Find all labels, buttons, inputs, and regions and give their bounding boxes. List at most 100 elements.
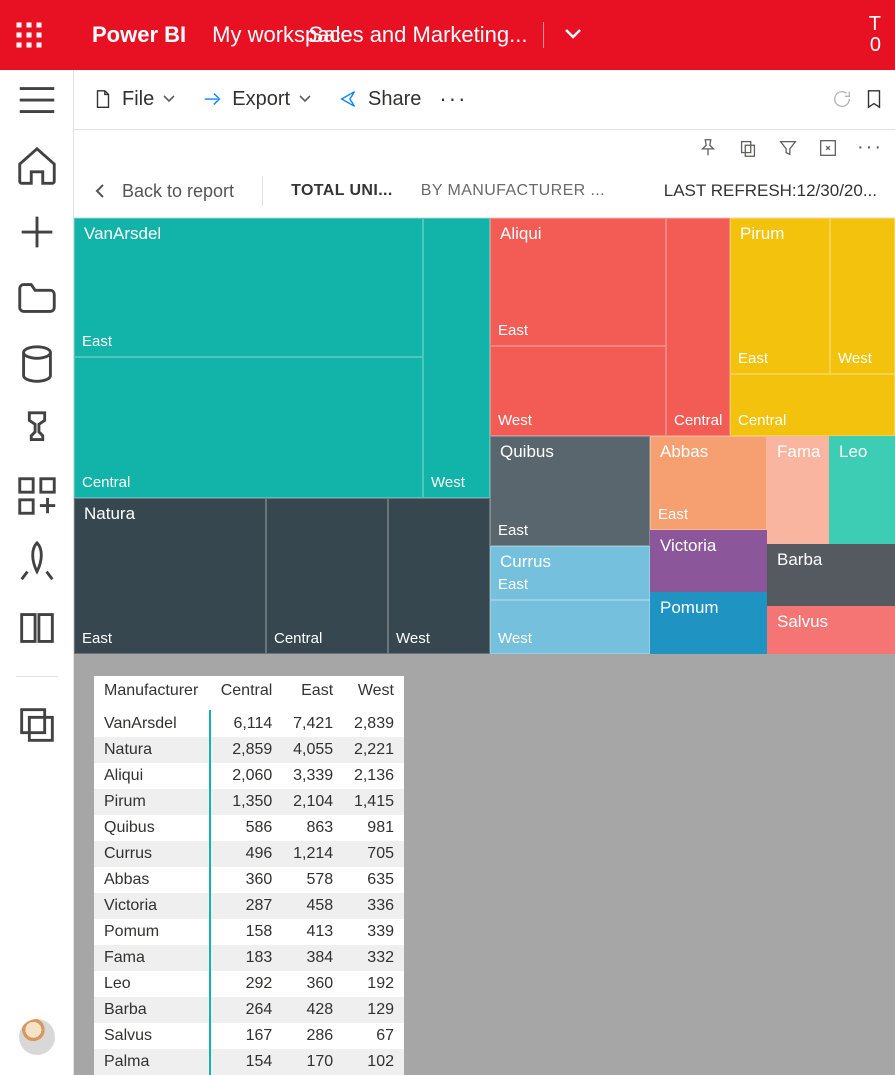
- treemap-child[interactable]: East: [730, 218, 830, 374]
- nav-menu-toggle[interactable]: [14, 82, 60, 118]
- waffle-icon[interactable]: [14, 20, 44, 50]
- table-row[interactable]: Salvus16728667: [94, 1023, 404, 1049]
- table-row[interactable]: Barba264428129: [94, 997, 404, 1023]
- treemap-child[interactable]: West: [388, 498, 490, 654]
- treemap-child[interactable]: East: [74, 218, 423, 357]
- header-clock: T 0: [869, 14, 881, 56]
- treemap-node-salvus[interactable]: Salvus: [767, 606, 895, 654]
- treemap-node-currus[interactable]: CurrusEastWest: [490, 546, 650, 654]
- treemap-node-leo[interactable]: Leo: [829, 436, 895, 544]
- copy-icon[interactable]: [737, 137, 759, 159]
- treemap-node-quibus[interactable]: QuibusEast: [490, 436, 650, 546]
- refresh-icon[interactable]: [831, 88, 853, 110]
- treemap-child[interactable]: Central: [666, 218, 730, 436]
- toolbar-more[interactable]: ···: [439, 86, 467, 112]
- report-title[interactable]: Sales and Marketing...: [309, 22, 528, 48]
- table-cell: Leo: [94, 971, 210, 997]
- crumb-by-manufacturer[interactable]: BY MANUFACTURER ...: [421, 182, 605, 200]
- nav-datahub-icon[interactable]: [14, 346, 60, 382]
- nav-goals-icon[interactable]: [14, 412, 60, 448]
- treemap-node-victoria[interactable]: Victoria: [650, 530, 767, 592]
- nav-learn-icon[interactable]: [14, 610, 60, 646]
- table-row[interactable]: Leo292360192: [94, 971, 404, 997]
- filter-icon[interactable]: [777, 137, 799, 159]
- treemap-child[interactable]: East: [490, 218, 666, 346]
- treemap-node-fama[interactable]: Fama: [767, 436, 829, 544]
- table-row[interactable]: VanArsdel6,1147,4212,839: [94, 711, 404, 738]
- export-menu[interactable]: Export: [194, 82, 320, 117]
- table-row[interactable]: Pirum1,3502,1041,415: [94, 789, 404, 815]
- table-row[interactable]: Pomum158413339: [94, 919, 404, 945]
- table-cell: 586: [210, 815, 283, 841]
- table-cell: Currus: [94, 841, 210, 867]
- table-row[interactable]: Aliqui2,0603,3392,136: [94, 763, 404, 789]
- nav-home-icon[interactable]: [14, 148, 60, 184]
- column-header[interactable]: West: [343, 676, 404, 711]
- treemap-child-label: West: [396, 630, 430, 648]
- table-row[interactable]: Natura2,8594,0552,221: [94, 737, 404, 763]
- nav-browse-icon[interactable]: [14, 280, 60, 316]
- table-cell: Natura: [94, 737, 210, 763]
- file-menu[interactable]: File: [84, 82, 184, 117]
- table-cell: 336: [343, 893, 404, 919]
- treemap-child[interactable]: West: [490, 600, 650, 654]
- visual-more[interactable]: ···: [857, 136, 883, 159]
- table-cell: 154: [210, 1049, 283, 1075]
- table-cell: VanArsdel: [94, 711, 210, 738]
- treemap-child[interactable]: East: [490, 436, 650, 546]
- focus-icon[interactable]: [817, 137, 839, 159]
- treemap-child[interactable]: East: [74, 498, 266, 654]
- treemap-child[interactable]: Central: [730, 374, 895, 436]
- treemap-node-pomum[interactable]: Pomum: [650, 592, 767, 654]
- table-row[interactable]: Palma154170102: [94, 1049, 404, 1075]
- share-button[interactable]: Share: [330, 82, 429, 117]
- matrix-visual[interactable]: ManufacturerCentralEastWest VanArsdel6,1…: [94, 676, 404, 1075]
- treemap-child[interactable]: Central: [266, 498, 388, 654]
- treemap-child[interactable]: Central: [74, 357, 423, 498]
- table-row[interactable]: Fama183384332: [94, 945, 404, 971]
- table-row[interactable]: Abbas360578635: [94, 867, 404, 893]
- nav-workspaces-icon[interactable]: [14, 707, 60, 743]
- table-row[interactable]: Victoria287458336: [94, 893, 404, 919]
- report-dropdown[interactable]: [560, 23, 586, 47]
- treemap-node-barba[interactable]: Barba: [767, 544, 895, 606]
- last-refresh-label: LAST REFRESH:12/30/20...: [664, 181, 877, 201]
- brand-label: Power BI: [92, 22, 186, 48]
- table-cell: 2,221: [343, 737, 404, 763]
- treemap-node-label: Salvus: [777, 612, 828, 632]
- nav-deployment-icon[interactable]: [14, 544, 60, 580]
- treemap-node-aliqui[interactable]: AliquiEastWestCentral: [490, 218, 730, 436]
- treemap-child[interactable]: East: [490, 546, 650, 600]
- treemap-child-label: West: [431, 474, 465, 492]
- left-nav: [0, 70, 74, 1075]
- treemap-node-vanarsdel[interactable]: VanArsdelEastCentralWest: [74, 218, 490, 498]
- table-row[interactable]: Quibus586863981: [94, 815, 404, 841]
- treemap-node-pirum[interactable]: PirumEastWestCentral: [730, 218, 895, 436]
- back-to-report[interactable]: Back to report: [92, 181, 234, 202]
- column-header[interactable]: Central: [210, 676, 283, 711]
- column-header[interactable]: Manufacturer: [94, 676, 210, 711]
- treemap-node-abbas[interactable]: AbbasEast: [650, 436, 767, 530]
- treemap-child[interactable]: West: [830, 218, 895, 374]
- treemap-child[interactable]: West: [423, 218, 490, 498]
- matrix-visual-bg: ManufacturerCentralEastWest VanArsdel6,1…: [74, 654, 895, 1075]
- column-header[interactable]: East: [282, 676, 343, 711]
- pin-icon[interactable]: [697, 137, 719, 159]
- table-cell: 360: [282, 971, 343, 997]
- treemap-child-label: West: [498, 630, 532, 648]
- user-avatar[interactable]: [19, 1019, 55, 1055]
- treemap-node-natura[interactable]: NaturaEastCentralWest: [74, 498, 490, 654]
- table-cell: 1,214: [282, 841, 343, 867]
- nav-apps-icon[interactable]: [14, 478, 60, 514]
- treemap-child[interactable]: East: [650, 436, 767, 530]
- table-cell: 192: [343, 971, 404, 997]
- treemap-child-label: East: [498, 522, 528, 540]
- bookmark-icon[interactable]: [863, 88, 885, 110]
- treemap-node-label: Fama: [777, 442, 820, 462]
- crumb-total-units[interactable]: TOTAL UNI...: [291, 182, 393, 200]
- table-cell: 413: [282, 919, 343, 945]
- treemap-visual[interactable]: VanArsdelEastCentralWestNaturaEastCentra…: [74, 218, 895, 653]
- table-row[interactable]: Currus4961,214705: [94, 841, 404, 867]
- treemap-child[interactable]: West: [490, 346, 666, 436]
- nav-create-icon[interactable]: [14, 214, 60, 250]
